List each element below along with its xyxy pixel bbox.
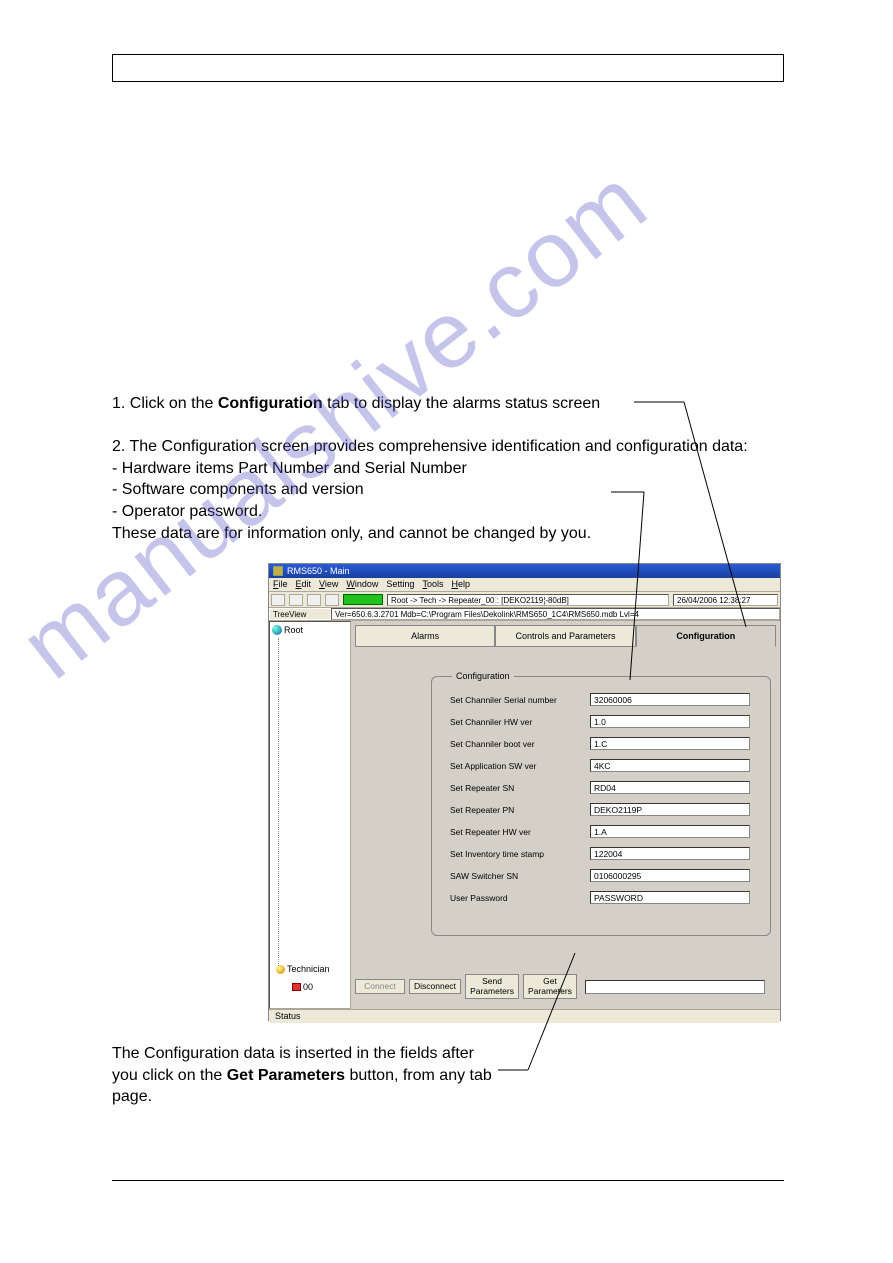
tab-alarms[interactable]: Alarms <box>355 625 495 647</box>
footer-line2: you click on the Get Parameters button, … <box>112 1065 632 1087</box>
step1-pre: 1. Click on the <box>112 395 218 412</box>
lbl-repsn: Set Repeater SN <box>450 783 590 793</box>
menu-setting[interactable]: Setting <box>386 579 414 590</box>
lbl-boot: Set Channiler boot ver <box>450 739 590 749</box>
bullet1: - Hardware items Part Number and Serial … <box>112 458 752 480</box>
input-repsn[interactable] <box>590 781 750 794</box>
tree-leaf[interactable]: 00 <box>292 982 313 992</box>
toolbar-btn3[interactable] <box>307 594 321 606</box>
app-title: RMS650 - Main <box>287 566 350 576</box>
row-pwd: User Password <box>450 891 750 904</box>
tech-icon <box>276 965 285 974</box>
row-serial: Set Channiler Serial number <box>450 693 750 706</box>
toolbar-btn1[interactable] <box>271 594 285 606</box>
datetime-field: 26/04/2006 12:38:27 <box>673 594 778 606</box>
send-parameters-button[interactable]: SendParameters <box>465 974 519 999</box>
row-repsn: Set Repeater SN <box>450 781 750 794</box>
bullet3: - Operator password. <box>112 501 752 523</box>
lbl-hwver: Set Channiler HW ver <box>450 717 590 727</box>
breadcrumb-path: Root -> Tech -> Repeater_00 : [DEKO2119¦… <box>387 594 669 606</box>
row-sawsn: SAW Switcher SN <box>450 869 750 882</box>
lbl-appsw: Set Application SW ver <box>450 761 590 771</box>
menu-tools[interactable]: Tools <box>422 579 443 590</box>
page-header-box <box>112 54 784 82</box>
lbl-pwd: User Password <box>450 893 590 903</box>
step2-intro: 2. The Configuration screen provides com… <box>112 436 752 458</box>
step1-bold: Configuration <box>218 395 323 412</box>
input-appsw[interactable] <box>590 759 750 772</box>
configuration-groupbox: Configuration Set Channiler Serial numbe… <box>431 676 771 936</box>
infobar: TreeView Ver=650.6.3.2701 Mdb=C:\Program… <box>269 608 780 621</box>
tree-tech-label: Technician <box>287 964 330 974</box>
right-pane: Alarms Controls and Parameters Configura… <box>351 621 780 1009</box>
treeview-label: TreeView <box>269 608 331 620</box>
toolbar: Root -> Tech -> Repeater_00 : [DEKO2119¦… <box>269 592 780 608</box>
input-hwver[interactable] <box>590 715 750 728</box>
bullet2: - Software components and version <box>112 479 752 501</box>
footer-line2-pre: you click on the <box>112 1067 227 1084</box>
lbl-sawsn: SAW Switcher SN <box>450 871 590 881</box>
input-sawsn[interactable] <box>590 869 750 882</box>
status-indicator-icon <box>343 594 383 605</box>
row-invts: Set Inventory time stamp <box>450 847 750 860</box>
treeview-info: Ver=650.6.3.2701 Mdb=C:\Program Files\De… <box>331 608 780 620</box>
titlebar: RMS650 - Main <box>269 564 780 578</box>
tree-leaf-label: 00 <box>303 982 313 992</box>
row-hwver: Set Channiler HW ver <box>450 715 750 728</box>
tree-panel: Root Technician 00 <box>269 621 351 1009</box>
row-boot: Set Channiler boot ver <box>450 737 750 750</box>
lbl-rephw: Set Repeater HW ver <box>450 827 590 837</box>
menu-window[interactable]: Window <box>346 579 378 590</box>
disconnect-button[interactable]: Disconnect <box>409 979 461 994</box>
button-row: Connect Disconnect SendParameters GetPar… <box>355 974 765 999</box>
row-appsw: Set Application SW ver <box>450 759 750 772</box>
footer-line2-post: button, from any tab <box>345 1067 492 1084</box>
get-parameters-button[interactable]: GetParameters <box>523 974 577 999</box>
progress-bar <box>585 980 765 994</box>
lbl-reppn: Set Repeater PN <box>450 805 590 815</box>
row-reppn: Set Repeater PN <box>450 803 750 816</box>
connect-button[interactable]: Connect <box>355 979 405 994</box>
app-window: RMS650 - Main File Edit View Window Sett… <box>268 563 781 1021</box>
instructions-block: 1. Click on the Configuration tab to dis… <box>112 393 752 544</box>
footer-line2-bold: Get Parameters <box>227 1067 345 1084</box>
step1: 1. Click on the Configuration tab to dis… <box>112 393 752 415</box>
menu-view[interactable]: View <box>319 579 338 590</box>
statusbar: Status <box>269 1009 780 1023</box>
menu-edit[interactable]: Edit <box>296 579 312 590</box>
footer-text: The Configuration data is inserted in th… <box>112 1043 632 1108</box>
tree-root-label: Root <box>284 625 303 635</box>
tab-controls[interactable]: Controls and Parameters <box>495 625 635 647</box>
step1-post: tab to display the alarms status screen <box>323 395 600 412</box>
footer-line1: The Configuration data is inserted in th… <box>112 1043 632 1065</box>
step2-outro: These data are for information only, and… <box>112 523 752 545</box>
input-rephw[interactable] <box>590 825 750 838</box>
menu-help[interactable]: Help <box>451 579 470 590</box>
toolbar-btn2[interactable] <box>289 594 303 606</box>
tab-row: Alarms Controls and Parameters Configura… <box>351 621 780 647</box>
app-icon <box>273 566 283 576</box>
menubar: File Edit View Window Setting Tools Help <box>269 578 780 592</box>
toolbar-btn4[interactable] <box>325 594 339 606</box>
lbl-serial: Set Channiler Serial number <box>450 695 590 705</box>
menu-file[interactable]: File <box>273 579 288 590</box>
groupbox-legend: Configuration <box>452 671 514 681</box>
tab-configuration[interactable]: Configuration <box>636 625 776 647</box>
footer-rule <box>112 1180 784 1181</box>
input-reppn[interactable] <box>590 803 750 816</box>
input-pwd[interactable] <box>590 891 750 904</box>
main-area: Root Technician 00 Alarms Controls and P… <box>269 621 780 1009</box>
lbl-invts: Set Inventory time stamp <box>450 849 590 859</box>
row-rephw: Set Repeater HW ver <box>450 825 750 838</box>
input-serial[interactable] <box>590 693 750 706</box>
globe-icon <box>272 625 282 635</box>
tree-technician[interactable]: Technician <box>276 964 330 974</box>
footer-line3: page. <box>112 1086 632 1108</box>
input-invts[interactable] <box>590 847 750 860</box>
input-boot[interactable] <box>590 737 750 750</box>
leaf-icon <box>292 983 301 991</box>
tree-root[interactable]: Root <box>272 625 348 635</box>
